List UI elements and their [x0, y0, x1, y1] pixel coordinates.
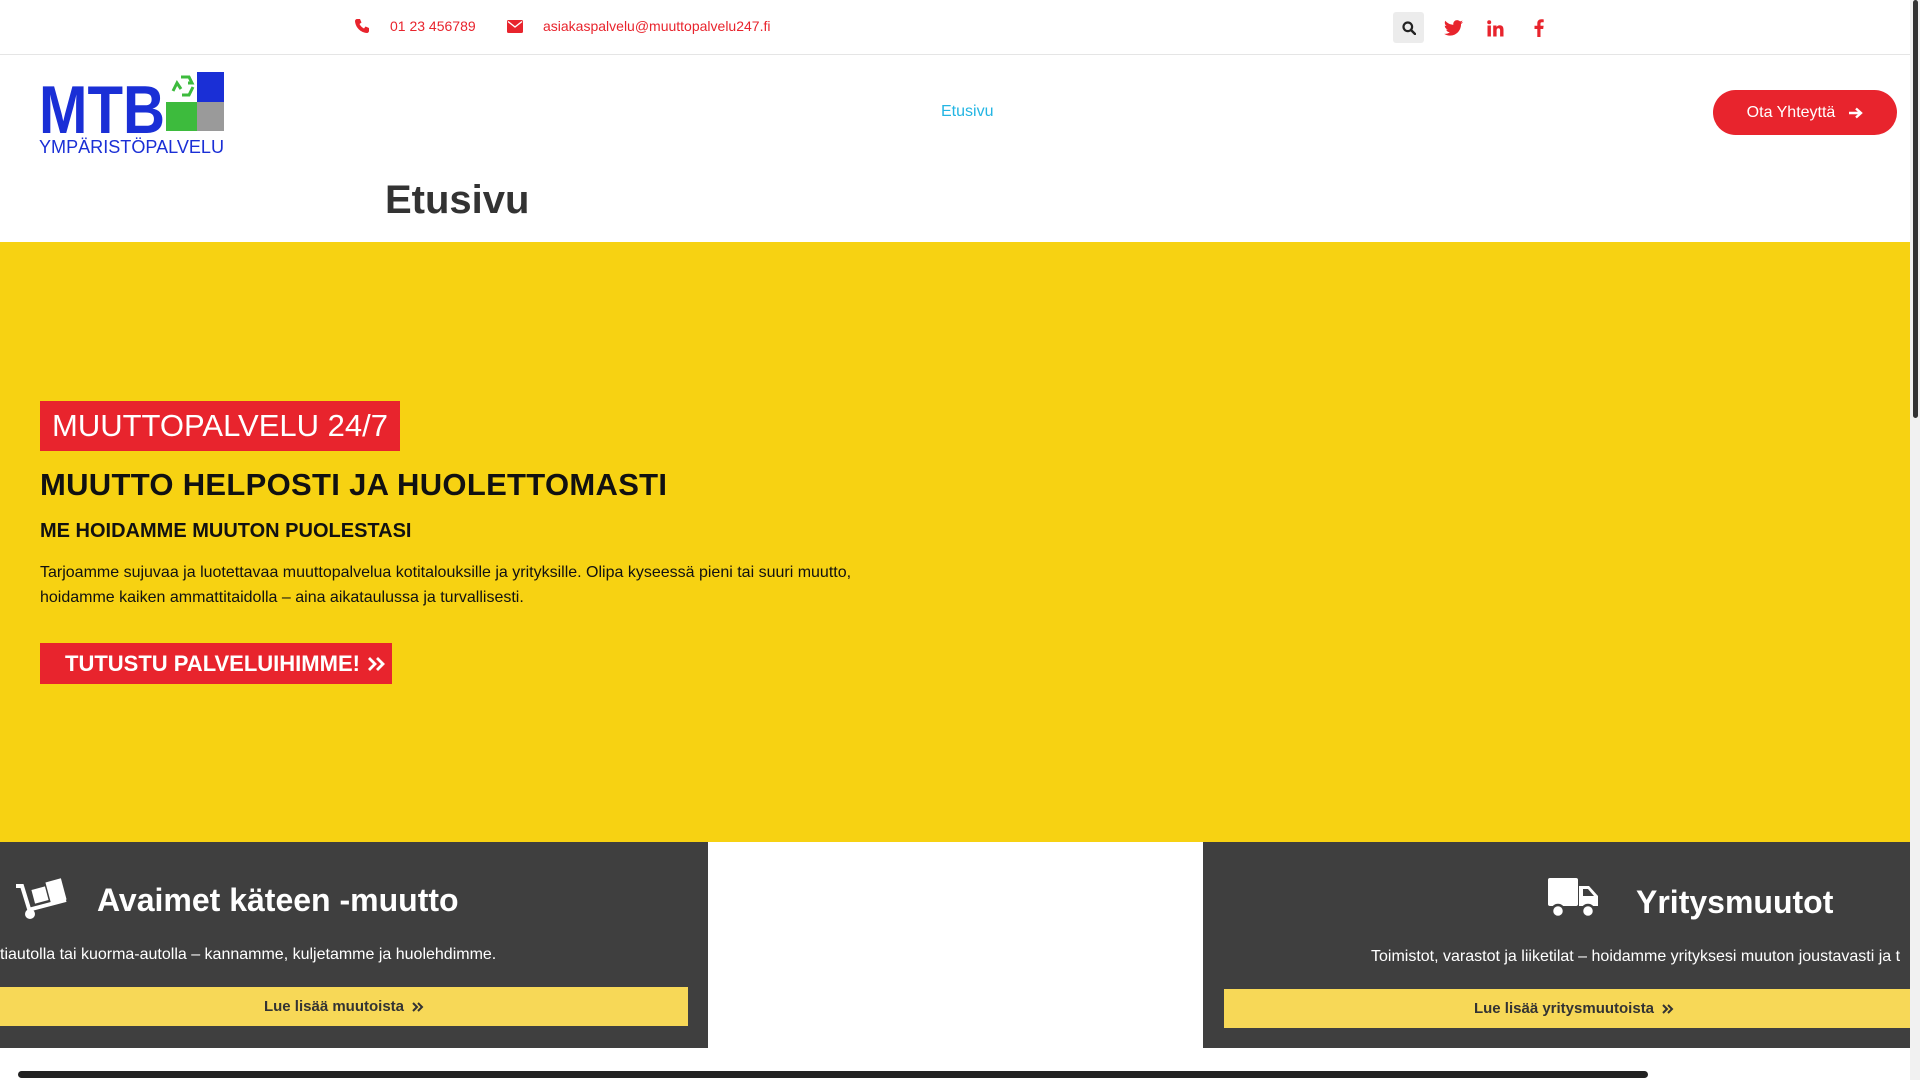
page-title: Etusivu: [385, 178, 530, 222]
cta-label: Ota Yhteyttä: [1746, 103, 1836, 121]
double-chevron-right-icon: [1662, 1003, 1674, 1014]
contact-cta-button[interactable]: Ota Yhteyttä: [1713, 90, 1897, 135]
truck-icon: [1548, 878, 1598, 919]
card-text-turnkey: tiautolla tai kuorma-autolla – kannamme,…: [0, 946, 497, 963]
hero-paragraph-line-2: hoidamme kaiken ammattitaidolla – aina a…: [40, 589, 524, 606]
linkedin-link[interactable]: [1484, 17, 1506, 39]
email-link[interactable]: asiakaspalvelu@muuttopalvelu247.fi: [507, 18, 770, 34]
hero-subheading: ME HOIDAMME MUUTON PUOLESTASI: [40, 520, 412, 542]
read-more-business-label: Lue lisää yritysmuutoista: [1473, 1000, 1655, 1017]
linkedin-icon: [1486, 19, 1503, 36]
facebook-link[interactable]: [1528, 17, 1550, 39]
card-title-business: Yritysmuutot: [1636, 884, 1834, 920]
hero-heading: MUUTTO HELPOSTI JA HUOLETTOMASTI: [40, 467, 668, 502]
double-chevron-right-icon: [367, 656, 385, 671]
facebook-icon: [1534, 19, 1544, 37]
service-card-business: Yritysmuutot Toimistot, varastot ja liik…: [1203, 842, 1910, 1048]
dolly-icon: [16, 878, 67, 919]
twitter-link[interactable]: [1442, 17, 1464, 39]
twitter-icon: [1443, 20, 1463, 36]
phone-icon: [355, 19, 369, 33]
logo-subtitle: YMPÄRISTÖPALVELU: [39, 137, 224, 155]
envelope-icon: [507, 19, 523, 33]
hero-paragraph: Tarjoamme sujuvaa ja luotettavaa muuttop…: [40, 560, 920, 610]
explore-services-label: TUTUSTU PALVELUIHIMME!: [65, 650, 360, 676]
arrow-right-icon: [1849, 107, 1864, 118]
top-bar: 01 23 456789 asiakaspalvelu@muuttopalvel…: [0, 0, 1910, 55]
phone-link[interactable]: 01 23 456789: [354, 18, 476, 34]
read-more-moves-button[interactable]: Lue lisää muutoista: [0, 987, 688, 1026]
read-more-business-button[interactable]: Lue lisää yritysmuutoista: [1224, 989, 1910, 1028]
card-title-turnkey: Avaimet käteen -muutto: [97, 882, 459, 918]
card-text-business: Toimistot, varastot ja liiketilat – hoid…: [1371, 948, 1901, 965]
hero-badge: MUUTTOPALVELU 24/7: [40, 401, 400, 451]
vertical-scrollbar-thumb[interactable]: [1913, 0, 1918, 418]
nav-home[interactable]: Etusivu: [941, 103, 993, 121]
search-button[interactable]: [1393, 12, 1424, 43]
search-icon: [1401, 20, 1416, 35]
email-address: asiakaspalvelu@muuttopalvelu247.fi: [543, 18, 771, 34]
hero-paragraph-line-1: Tarjoamme sujuvaa ja luotettavaa muuttop…: [40, 564, 852, 581]
hero-section: MUUTTOPALVELU 24/7 MUUTTO HELPOSTI JA HU…: [0, 242, 1910, 842]
read-more-moves-label: Lue lisää muutoista: [263, 998, 405, 1015]
site-logo[interactable]: MTB YMPÄRISTÖPALVELU: [39, 71, 224, 157]
service-card-turnkey: Avaimet käteen -muutto tiautolla tai kuo…: [0, 842, 708, 1048]
explore-services-button[interactable]: TUTUSTU PALVELUIHIMME!: [40, 643, 392, 684]
double-chevron-right-icon: [412, 1001, 424, 1012]
horizontal-scrollbar-thumb[interactable]: [18, 1071, 1648, 1078]
phone-number: 01 23 456789: [390, 18, 476, 34]
